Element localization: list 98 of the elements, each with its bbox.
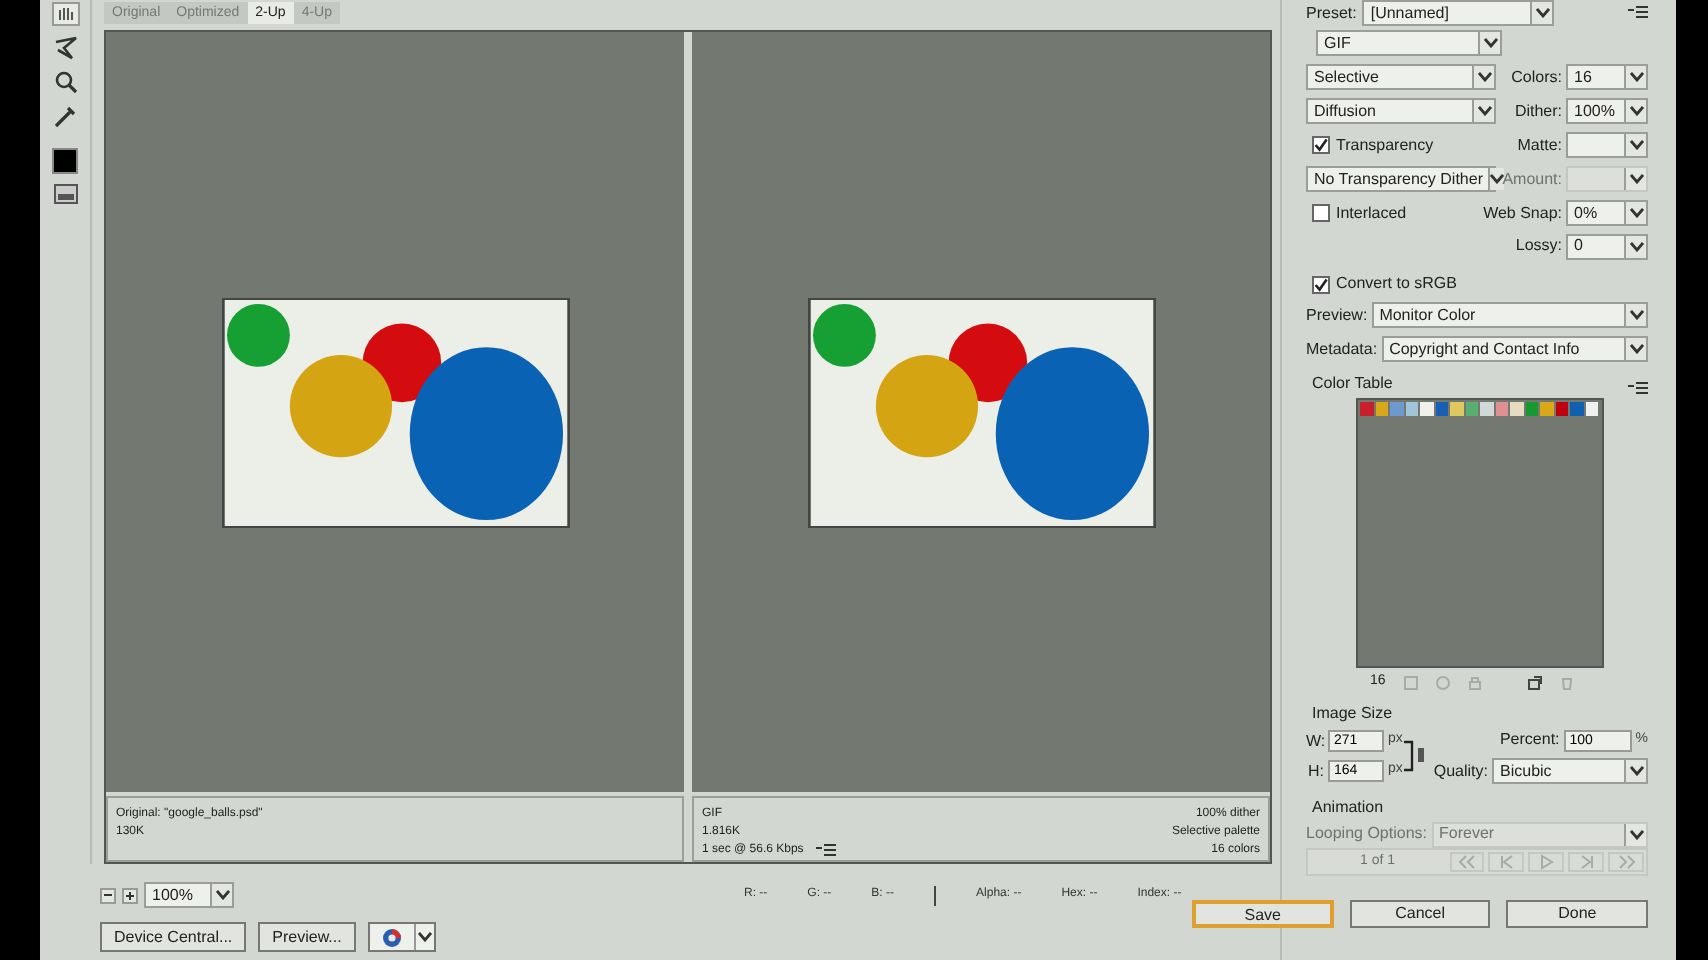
browser-icon (381, 927, 402, 947)
dropdown[interactable]: Diffusion (1306, 98, 1496, 124)
color-swatch[interactable] (1360, 402, 1373, 416)
frame-nav-icon[interactable] (1537, 854, 1556, 870)
dropdown[interactable]: 0% (1566, 200, 1648, 226)
eyedropper-icon[interactable] (53, 104, 77, 128)
frame-nav-icon[interactable] (1497, 854, 1516, 870)
field-label: Quality: (1433, 759, 1488, 783)
section-title: Color Table (1312, 372, 1393, 396)
dialog-button[interactable]: Device Central... (100, 922, 247, 952)
frame-nav-icon[interactable] (1617, 854, 1636, 870)
chevron-down-icon (1483, 38, 1497, 48)
frame-nav-icon[interactable] (1457, 854, 1476, 870)
check-icon (1314, 138, 1328, 152)
minus-icon (104, 894, 112, 896)
dropdown[interactable]: Selective (1306, 64, 1496, 90)
section-title: Image Size (1312, 702, 1395, 726)
chevron-down-icon (1629, 106, 1643, 116)
color-swatch[interactable] (1375, 402, 1388, 416)
field-label: W: (1306, 729, 1324, 753)
color-swatch[interactable] (1555, 402, 1568, 416)
checkbox-label: Interlaced (1336, 201, 1407, 225)
field-label: Amount: (1502, 167, 1562, 191)
color-swatch[interactable] (1465, 402, 1478, 416)
chevron-down-icon (1629, 140, 1643, 150)
color-swatch[interactable] (1405, 402, 1418, 416)
field-label: Web Snap: (1483, 201, 1562, 225)
color-swatch[interactable] (1525, 402, 1538, 416)
dropdown[interactable]: Monitor Color (1371, 302, 1648, 328)
color-swatch[interactable] (1540, 402, 1553, 416)
zoom-out-button[interactable] (100, 887, 116, 903)
zoom-in-button[interactable] (122, 887, 138, 903)
check-icon (1314, 277, 1328, 291)
checkbox-label: Convert to sRGB (1336, 272, 1457, 296)
dropdown[interactable]: GIF (1316, 30, 1502, 56)
chevron-down-icon (1490, 174, 1505, 184)
dialog-button[interactable]: Preview... (258, 922, 356, 952)
dropdown[interactable] (1566, 132, 1648, 158)
frame-nav-icon[interactable] (1577, 854, 1596, 870)
field-label: Metadata: (1306, 337, 1378, 361)
chevron-down-icon (1629, 766, 1643, 776)
dialog-button[interactable]: Cancel (1349, 900, 1491, 928)
chevron-down-icon (1629, 241, 1643, 251)
chevron-down-icon (1477, 106, 1491, 116)
dropdown[interactable]: 0 (1566, 233, 1648, 259)
chevron-down-icon (1629, 174, 1643, 184)
panel-menu-icon[interactable] (815, 844, 836, 858)
checkbox[interactable] (1312, 204, 1330, 222)
chevron-down-icon (1629, 310, 1643, 320)
trash-icon[interactable] (1559, 675, 1574, 689)
new-color-icon[interactable] (1527, 675, 1542, 689)
dropdown[interactable]: Copyright and Contact Info (1381, 336, 1648, 362)
dropdown[interactable]: 100% (144, 882, 234, 908)
browser-dropdown[interactable] (367, 922, 436, 952)
field-label: Lossy: (1515, 234, 1562, 258)
dropdown[interactable]: Bicubic (1492, 758, 1648, 784)
dropdown[interactable]: 100% (1566, 98, 1648, 124)
field-label: Colors: (1511, 65, 1562, 89)
field-label: H: (1306, 759, 1324, 783)
chevron-down-icon (1629, 72, 1643, 82)
chevron-down-icon (1629, 344, 1643, 354)
panel-menu-icon[interactable] (1628, 6, 1648, 20)
preview-toggle-icon[interactable] (53, 184, 77, 204)
dropdown[interactable]: [Unnamed] (1362, 0, 1555, 26)
color-swatch[interactable] (1435, 402, 1448, 416)
color-swatch[interactable] (1510, 402, 1523, 416)
color-swatch[interactable] (1570, 402, 1583, 416)
checkbox[interactable] (1312, 136, 1330, 154)
color-swatch[interactable] (52, 148, 78, 174)
plus-icon (126, 891, 134, 899)
zoom-icon[interactable] (53, 70, 77, 94)
chevron-down-icon (1629, 208, 1643, 218)
color-swatch[interactable] (1390, 402, 1403, 416)
color-swatch[interactable] (1495, 402, 1508, 416)
field-label: Percent: (1499, 728, 1560, 752)
field-label: Dither: (1514, 99, 1562, 123)
field-label: Looping Options: (1306, 822, 1427, 846)
dialog-button[interactable]: Done (1506, 900, 1649, 928)
link-bracket-icon[interactable] (1404, 738, 1427, 774)
chevron-down-icon (1535, 8, 1550, 18)
chevron-down-icon (1477, 72, 1491, 82)
field-label: Matte: (1517, 133, 1562, 157)
dialog-button[interactable]: Save (1192, 900, 1334, 928)
chevron-down-icon (215, 890, 229, 900)
field-label: Preview: (1306, 303, 1368, 327)
lock-icon[interactable] (1467, 675, 1482, 689)
panel-menu-icon[interactable] (1628, 382, 1648, 396)
color-swatch[interactable] (1420, 402, 1433, 416)
color-swatch[interactable] (1480, 402, 1493, 416)
chevron-down-icon (1629, 829, 1643, 839)
color-swatch[interactable] (1450, 402, 1463, 416)
chevron-down-icon (417, 932, 432, 942)
dropdown[interactable]: 16 (1566, 64, 1648, 90)
checkbox-label: Transparency (1336, 133, 1434, 157)
checkbox[interactable] (1312, 275, 1330, 293)
field-label: Preset: (1306, 1, 1357, 25)
color-swatch[interactable] (1585, 402, 1598, 416)
section-title: Animation (1312, 796, 1386, 820)
